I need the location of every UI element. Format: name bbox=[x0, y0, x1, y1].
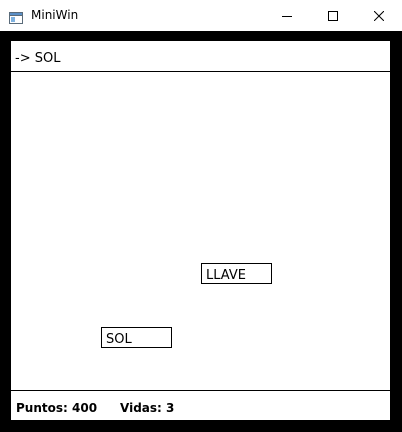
game-canvas[interactable]: -> SOL LLAVE SOL Puntos: 400 Vidas: 3 bbox=[0, 31, 402, 432]
lives-display: Vidas: 3 bbox=[120, 401, 174, 416]
hud-top-bar: -> SOL bbox=[11, 41, 390, 72]
play-area[interactable]: -> SOL LLAVE SOL Puntos: 400 Vidas: 3 bbox=[11, 41, 390, 420]
score-label: Puntos: bbox=[16, 401, 68, 415]
close-button[interactable] bbox=[356, 0, 402, 31]
lives-label: Vidas: bbox=[120, 401, 162, 415]
window-title: MiniWin bbox=[31, 8, 79, 22]
item-sol-label: SOL bbox=[106, 332, 132, 347]
minimize-button[interactable] bbox=[264, 0, 310, 31]
score-value: 400 bbox=[72, 401, 98, 415]
item-sol: SOL bbox=[101, 327, 172, 348]
lives-value: 3 bbox=[166, 401, 175, 415]
minimize-icon bbox=[282, 15, 292, 17]
maximize-icon bbox=[328, 10, 338, 21]
item-llave: LLAVE bbox=[201, 263, 272, 284]
hud-bottom-bar: Puntos: 400 Vidas: 3 bbox=[11, 390, 390, 421]
target-label: -> SOL bbox=[15, 51, 61, 66]
miniwin-window: MiniWin -> SOL LLAVE SOL Puntos: 400 Vid… bbox=[0, 0, 402, 432]
close-icon bbox=[374, 10, 384, 21]
item-llave-label: LLAVE bbox=[206, 268, 246, 283]
score-display: Puntos: 400 bbox=[16, 401, 97, 416]
title-bar[interactable]: MiniWin bbox=[0, 0, 402, 32]
window-app-icon[interactable] bbox=[9, 9, 23, 24]
maximize-button[interactable] bbox=[310, 0, 356, 31]
